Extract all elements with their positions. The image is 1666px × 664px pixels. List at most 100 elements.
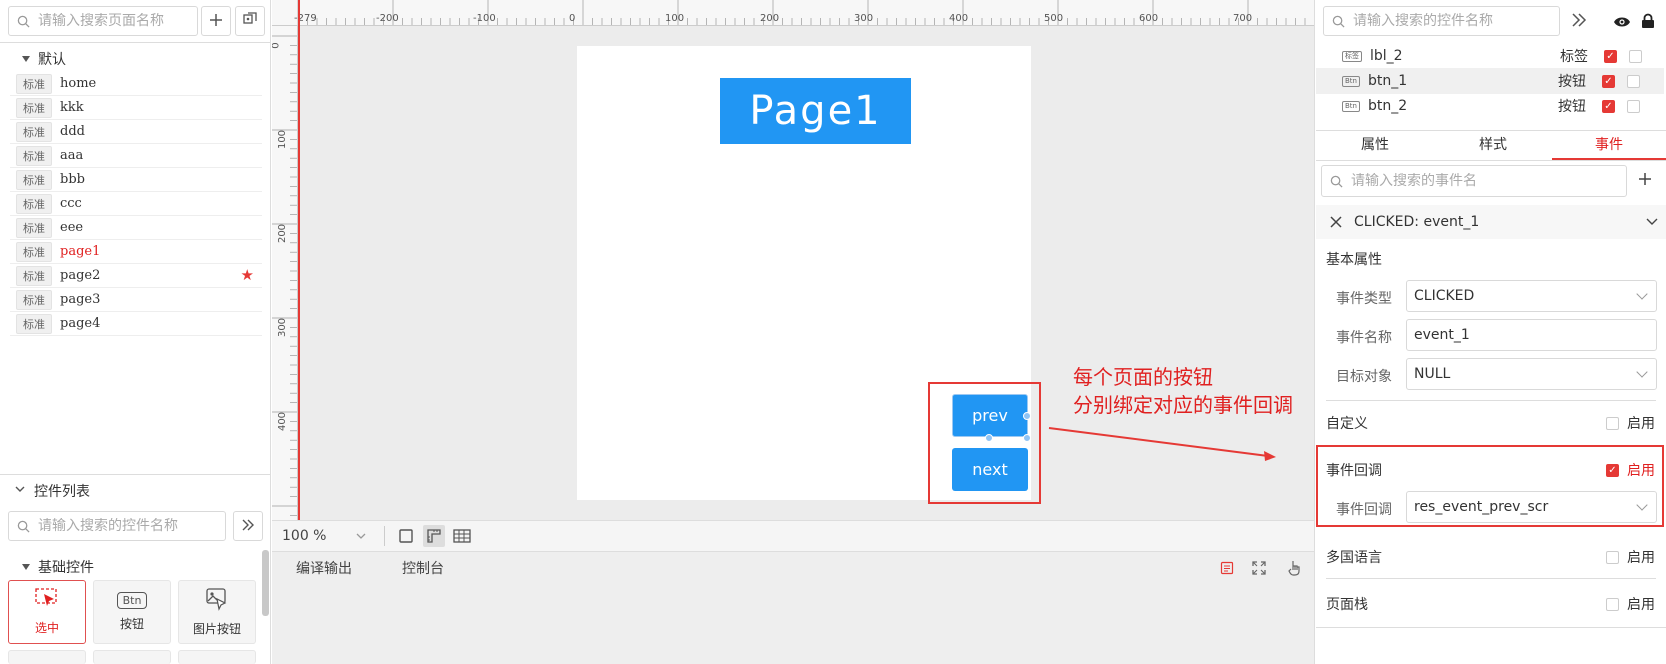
add-event-icon[interactable]	[1637, 171, 1653, 187]
custom-enable[interactable]: 启用	[1606, 413, 1655, 433]
layer-type: 按钮	[1557, 74, 1586, 90]
divider	[1326, 578, 1656, 579]
lock-icon[interactable]	[1641, 13, 1655, 29]
page-stack-checkbox[interactable]	[1606, 597, 1619, 611]
widget-partial[interactable]	[93, 650, 171, 664]
double-chevron-right-icon[interactable]	[1570, 12, 1588, 28]
widget-scrollbar[interactable]	[262, 550, 269, 616]
event-item-header[interactable]: CLICKED: event_1	[1316, 205, 1666, 239]
caret-down-icon	[22, 56, 30, 62]
lock-checkbox[interactable]	[1629, 49, 1642, 63]
page-name: page3	[60, 292, 101, 307]
expand-widgets-button[interactable]	[233, 511, 263, 541]
ruler-toggle-icon[interactable]	[423, 525, 445, 547]
next-button[interactable]: next	[952, 448, 1028, 491]
page-settings-button[interactable]	[235, 6, 265, 36]
widget-image-button[interactable]: 图片按钮	[178, 580, 256, 644]
page-list-item[interactable]: 标准 ddd	[10, 120, 262, 144]
resize-handle[interactable]	[1023, 412, 1031, 420]
search-icon	[17, 520, 30, 533]
widget-list-header[interactable]: 控件列表	[14, 481, 90, 501]
layer-search-input[interactable]	[1353, 13, 1559, 29]
widget-partial[interactable]	[8, 650, 86, 664]
chevron-down-icon[interactable]	[1646, 218, 1658, 226]
layer-item[interactable]: Btn btn_2 按钮 ✓	[1316, 93, 1664, 119]
visible-checkbox[interactable]: ✓	[1601, 74, 1615, 88]
target-select[interactable]: NULL	[1406, 358, 1657, 390]
divider	[1316, 130, 1666, 131]
layer-item[interactable]: 标签 lbl_2 标签 ✓	[1316, 43, 1664, 69]
page-list-item[interactable]: 标准 page4	[10, 312, 262, 336]
page-group-default[interactable]: 默认	[22, 49, 66, 69]
lock-checkbox[interactable]	[1626, 99, 1640, 113]
page-list-item[interactable]: 标准 aaa	[10, 144, 262, 168]
visible-checkbox[interactable]: ✓	[1601, 99, 1615, 113]
layer-type: 标签	[1560, 49, 1588, 65]
event-type-select[interactable]: CLICKED	[1406, 280, 1657, 312]
layer-search-box[interactable]	[1323, 6, 1560, 36]
page-stack-enable[interactable]: 启用	[1606, 594, 1655, 614]
fullscreen-icon[interactable]	[1252, 561, 1266, 575]
chevron-down-icon	[1636, 288, 1648, 300]
page-list-item[interactable]: 标准 ccc	[10, 192, 262, 216]
page-name: ddd	[60, 124, 85, 139]
page-search-input[interactable]	[38, 13, 197, 29]
tab-console[interactable]: 控制台	[402, 558, 444, 578]
eye-icon[interactable]	[1613, 15, 1631, 29]
divider	[384, 526, 385, 546]
page-list-item[interactable]: 标准 eee	[10, 216, 262, 240]
page-list-item[interactable]: 标准 bbb	[10, 168, 262, 192]
custom-checkbox[interactable]	[1606, 416, 1619, 430]
resize-handle[interactable]	[985, 434, 993, 442]
guide-line[interactable]	[298, 0, 300, 520]
log-icon[interactable]	[1220, 561, 1234, 575]
widget-select[interactable]: 选中	[8, 580, 86, 644]
tab-compile-output[interactable]: 编译输出	[296, 558, 352, 578]
i18n-checkbox[interactable]	[1606, 550, 1619, 564]
resize-handle[interactable]	[1023, 434, 1031, 442]
page-list-item[interactable]: 标准 kkk	[10, 96, 262, 120]
pointer-icon[interactable]	[1288, 560, 1302, 576]
page-search-box[interactable]	[8, 6, 198, 36]
page-type-tag: 标准	[16, 289, 52, 310]
event-name-input[interactable]: event_1	[1406, 319, 1657, 351]
visible-checkbox[interactable]: ✓	[1604, 49, 1617, 63]
add-page-button[interactable]	[201, 6, 231, 36]
basic-widgets-group[interactable]: 基础控件	[22, 557, 94, 577]
callback-checkbox[interactable]: ✓	[1606, 463, 1619, 477]
plus-icon	[209, 11, 223, 32]
page-list-item[interactable]: 标准 page1	[10, 240, 262, 264]
callback-enable[interactable]: ✓ 启用	[1606, 460, 1655, 480]
page-title-label[interactable]: Page1	[720, 78, 911, 144]
ruler-tick-label: 400	[277, 411, 289, 432]
zoom-select[interactable]: 100 %	[282, 528, 374, 544]
tab-events[interactable]: 事件	[1552, 134, 1666, 160]
target-value: NULL	[1414, 366, 1451, 382]
console-output[interactable]	[272, 584, 1314, 664]
fit-screen-icon[interactable]	[395, 525, 417, 547]
event-search-box[interactable]	[1321, 165, 1627, 197]
btn-icon: Btn	[116, 592, 148, 609]
grid-toggle-icon[interactable]	[451, 525, 473, 547]
page-list-item[interactable]: 标准 home	[10, 72, 262, 96]
tab-styles[interactable]: 样式	[1434, 134, 1552, 160]
page-list-item[interactable]: 标准 page2 ★	[10, 264, 262, 288]
widget-search-input[interactable]	[38, 518, 225, 534]
widget-button[interactable]: Btn 按钮	[93, 580, 171, 644]
page-type-tag: 标准	[16, 145, 52, 166]
widget-search-box[interactable]	[8, 511, 226, 541]
tab-properties[interactable]: 属性	[1316, 134, 1434, 160]
widget-partial[interactable]	[178, 650, 256, 664]
page-type-tag: 标准	[16, 73, 52, 94]
lock-checkbox[interactable]	[1626, 74, 1640, 88]
callback-select[interactable]: res_event_prev_scr	[1406, 491, 1657, 523]
layer-name: btn_2	[1367, 98, 1408, 114]
i18n-enable[interactable]: 启用	[1606, 547, 1655, 567]
layer-item[interactable]: Btn btn_1 按钮 ✓	[1316, 68, 1664, 94]
page-list-item[interactable]: 标准 page3	[10, 288, 262, 312]
close-icon[interactable]	[1330, 216, 1342, 228]
ruler-tick-label: 100	[665, 13, 685, 24]
prev-button[interactable]: prev	[952, 394, 1028, 437]
star-icon[interactable]: ★	[241, 266, 254, 284]
event-search-input[interactable]	[1351, 173, 1626, 189]
